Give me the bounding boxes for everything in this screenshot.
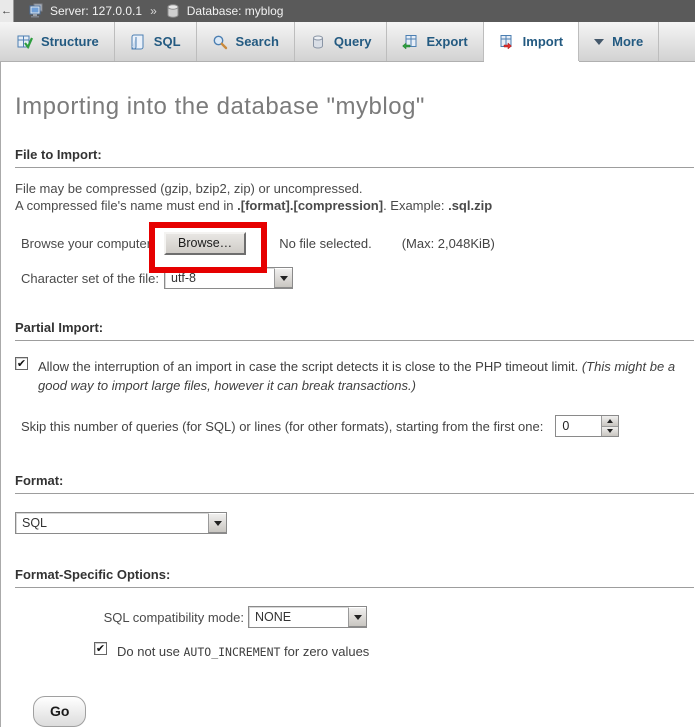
search-icon xyxy=(212,34,228,50)
tab-bar: Structure SQL Search Query Export xyxy=(0,22,695,62)
tab-more[interactable]: More xyxy=(579,22,659,61)
breadcrumb-database[interactable]: Database: myblog xyxy=(187,4,284,18)
structure-icon xyxy=(17,34,33,50)
tab-label: SQL xyxy=(154,34,181,49)
charset-select[interactable]: utf-8 xyxy=(164,267,293,289)
dropdown-button[interactable] xyxy=(274,268,292,288)
format-compression-hint: .[format].[compression] xyxy=(237,198,383,213)
allow-interruption-row: ✔ Allow the interruption of an import in… xyxy=(15,357,687,395)
format-select[interactable]: SQL xyxy=(15,512,227,534)
dropdown-arrow-icon xyxy=(214,521,222,526)
export-icon xyxy=(402,34,418,50)
query-icon xyxy=(310,34,326,50)
tab-label: Search xyxy=(236,34,279,49)
arrow-down-icon xyxy=(607,429,613,433)
go-button[interactable]: Go xyxy=(33,696,86,727)
skip-queries-label: Skip this number of queries (for SQL) or… xyxy=(21,419,543,434)
auto-increment-code: AUTO_INCREMENT xyxy=(184,645,281,659)
sql-compat-label: SQL compatibility mode: xyxy=(15,610,244,625)
dropdown-button[interactable] xyxy=(208,513,226,533)
tab-search[interactable]: Search xyxy=(197,22,295,61)
allow-interruption-text: Allow the interruption of an import in c… xyxy=(38,357,687,395)
chevron-down-icon xyxy=(594,39,604,45)
spinner-buttons xyxy=(601,416,618,436)
example-extension: .sql.zip xyxy=(448,198,492,213)
breadcrumb-separator: » xyxy=(148,4,159,18)
tab-label: Export xyxy=(426,34,467,49)
section-heading-partial-import: Partial Import: xyxy=(15,320,694,341)
tab-label: More xyxy=(612,34,643,49)
sql-compat-selected-value: NONE xyxy=(249,607,348,627)
section-heading-file-to-import: File to Import: xyxy=(15,147,694,168)
no-file-text: No file selected. xyxy=(279,236,372,251)
browse-label: Browse your computer: xyxy=(21,236,164,251)
compression-line1: File may be compressed (gzip, bzip2, zip… xyxy=(15,180,695,197)
breadcrumb-server[interactable]: Server: 127.0.0.1 xyxy=(50,4,142,18)
zero-values-checkbox[interactable]: ✔ xyxy=(94,642,107,655)
browse-button[interactable]: Browse… xyxy=(164,232,246,255)
section-heading-format: Format: xyxy=(15,473,694,494)
sql-compat-select[interactable]: NONE xyxy=(248,606,367,628)
arrow-up-icon xyxy=(607,419,613,423)
charset-row: Character set of the file: utf-8 xyxy=(21,267,695,289)
main-content: Importing into the database "myblog" Fil… xyxy=(0,62,695,727)
skip-queries-input[interactable]: 0 xyxy=(555,415,619,437)
tab-structure[interactable]: Structure xyxy=(2,22,115,61)
skip-queries-value: 0 xyxy=(556,416,601,436)
sql-icon xyxy=(130,34,146,50)
browse-row: Browse your computer: Browse… No file se… xyxy=(21,232,695,255)
allow-interruption-checkbox[interactable]: ✔ xyxy=(15,357,28,370)
compression-info: File may be compressed (gzip, bzip2, zip… xyxy=(15,180,695,214)
tab-label: Structure xyxy=(41,34,99,49)
breadcrumb: Server: 127.0.0.1 » Database: myblog xyxy=(14,0,283,22)
charset-selected-value: utf-8 xyxy=(165,268,274,288)
tab-sql[interactable]: SQL xyxy=(115,22,197,61)
database-icon xyxy=(165,3,181,19)
tab-label: Import xyxy=(523,34,563,49)
back-arrow-icon: ← xyxy=(1,5,12,17)
spinner-down-button[interactable] xyxy=(602,427,618,437)
tab-export[interactable]: Export xyxy=(387,22,483,61)
breadcrumb-bar: ← Server: 127.0.0.1 » Database: myblog xyxy=(0,0,695,22)
tab-import[interactable]: Import xyxy=(484,22,579,61)
zero-values-row: ✔ Do not use AUTO_INCREMENT for zero val… xyxy=(94,642,695,662)
dropdown-arrow-icon xyxy=(280,276,288,281)
section-heading-format-options: Format-Specific Options: xyxy=(15,567,694,588)
compression-line2: A compressed file's name must end in .[f… xyxy=(15,197,695,214)
collapse-nav-button[interactable]: ← xyxy=(0,0,14,22)
server-icon xyxy=(28,3,44,19)
dropdown-arrow-icon xyxy=(354,615,362,620)
max-size-text: (Max: 2,048KiB) xyxy=(402,236,495,251)
charset-label: Character set of the file: xyxy=(21,271,164,286)
spinner-up-button[interactable] xyxy=(602,416,618,427)
format-selected-value: SQL xyxy=(16,513,208,533)
dropdown-button[interactable] xyxy=(348,607,366,627)
tab-query[interactable]: Query xyxy=(295,22,388,61)
zero-values-text: Do not use AUTO_INCREMENT for zero value… xyxy=(117,642,369,662)
tab-label: Query xyxy=(334,34,372,49)
import-icon xyxy=(499,34,515,50)
format-row: SQL xyxy=(15,512,695,534)
sql-compat-row: SQL compatibility mode: NONE xyxy=(15,606,695,628)
page-title: Importing into the database "myblog" xyxy=(15,62,695,147)
skip-queries-row: Skip this number of queries (for SQL) or… xyxy=(15,415,695,437)
